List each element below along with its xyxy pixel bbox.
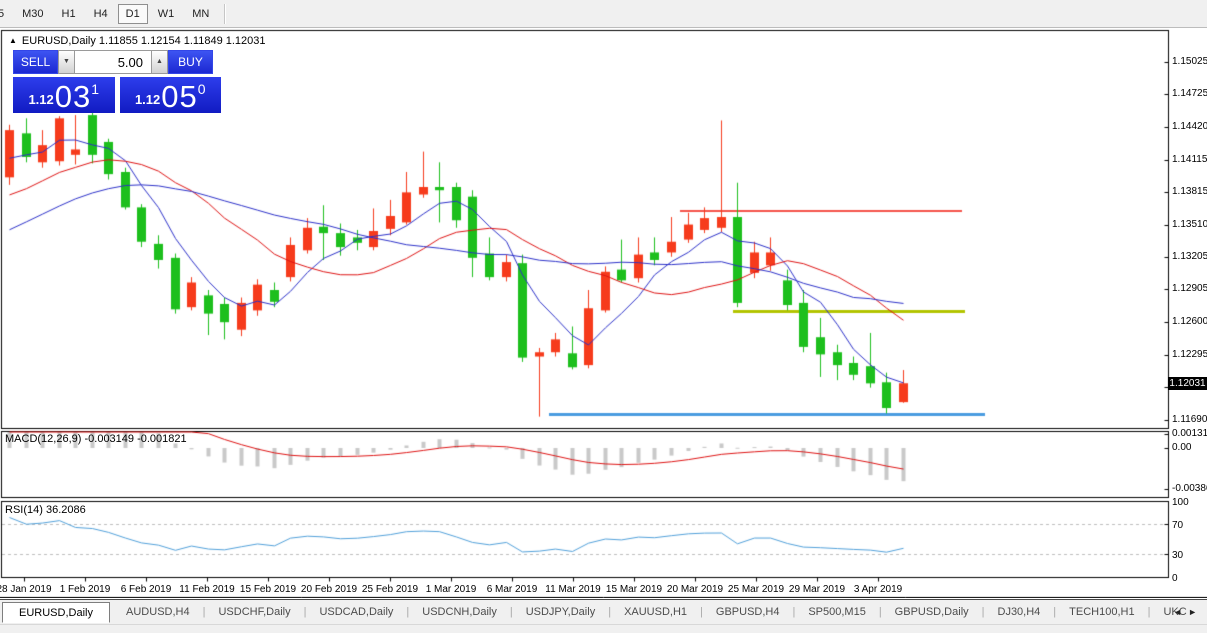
macd-axis-label: 0.00 (1172, 442, 1192, 453)
price-axis-label: 1.13510 (1172, 219, 1207, 230)
buy-price-base: 1.12 (134, 92, 161, 107)
price-axis-label: 1.13205 (1172, 251, 1207, 262)
collapse-icon[interactable]: ▲ (9, 36, 17, 45)
date-axis-label: 3 Apr 2019 (853, 584, 903, 595)
volume-input[interactable] (75, 50, 151, 74)
sell-price-display[interactable]: 1.12 03 1 (13, 77, 115, 113)
current-price-tag: 1.12031 (1168, 377, 1207, 390)
timeframe-toolbar: 5 M30 H1 H4 D1 W1 MN (0, 0, 1207, 28)
spinner-down-icon: ▼ (63, 58, 70, 65)
buy-price-pip: 0 (197, 81, 206, 97)
tab-item[interactable]: SP500,M15 (795, 606, 878, 618)
date-axis-label: 28 Jan 2019 (0, 584, 52, 595)
date-axis-label: 15 Feb 2019 (239, 584, 297, 595)
tab-item[interactable]: XAUUSD,H1 (611, 606, 700, 618)
chart-workspace: ▲ EURUSD,Daily 1.11855 1.12154 1.11849 1.… (0, 28, 1207, 598)
chart-tabs-bar: EURUSD,Daily AUDUSD,H4 | USDCHF,Daily | USDC… (0, 599, 1207, 624)
date-axis-label: 25 Feb 2019 (361, 584, 419, 595)
date-axis-label: 20 Feb 2019 (300, 584, 358, 595)
toolbar-separator (224, 3, 227, 24)
tab-item[interactable]: USDCNH,Daily (409, 606, 510, 618)
timeframe-button-M30[interactable]: M30 (14, 4, 51, 24)
macd-axis-label: 0.001313 (1172, 428, 1207, 439)
rsi-axis-label: 30 (1172, 550, 1184, 561)
price-axis-label: 1.14115 (1172, 154, 1207, 165)
price-axis-label: 1.15025 (1172, 56, 1207, 67)
sell-price-base: 1.12 (28, 92, 54, 107)
date-axis-label: 29 Mar 2019 (788, 584, 846, 595)
sell-button[interactable]: SELL (13, 50, 58, 74)
rsi-axis-label: 70 (1172, 520, 1184, 531)
date-axis-label: 1 Mar 2019 (425, 584, 477, 595)
tab-item[interactable]: DJ30,H4 (985, 606, 1054, 618)
tab-item[interactable]: GBPUSD,H4 (703, 606, 793, 618)
sell-price-big: 03 (54, 79, 92, 114)
price-axis-label: 1.14420 (1172, 121, 1207, 132)
sell-price-pip: 1 (91, 81, 100, 97)
chart-title: EURUSD,Daily 1.11855 1.12154 1.11849 1.1… (21, 35, 266, 47)
one-click-trading-panel: SELL ▼ ▲ BUY 1.12 03 1 1.12 05 (13, 50, 221, 113)
timeframe-button-5[interactable]: 5 (0, 4, 12, 24)
date-axis-label: 11 Mar 2019 (545, 584, 601, 595)
price-axis-label: 1.12905 (1172, 283, 1207, 294)
timeframe-button-D1[interactable]: D1 (117, 3, 148, 24)
price-axis-label: 1.14725 (1172, 88, 1207, 99)
chart-header: ▲ EURUSD,Daily 1.11855 1.12154 1.11849 1.… (9, 35, 266, 47)
date-axis-label: 20 Mar 2019 (666, 584, 724, 595)
tab-item[interactable]: USDCAD,Daily (306, 606, 406, 618)
timeframe-button-MN[interactable]: MN (184, 4, 217, 24)
volume-decrease-button[interactable]: ▼ (58, 50, 75, 74)
tab-item[interactable]: AUDUSD,H4 (113, 606, 203, 618)
tab-scroll-arrows[interactable]: ◄► (1173, 607, 1203, 617)
date-axis-label: 25 Mar 2019 (727, 584, 785, 595)
buy-button[interactable]: BUY (168, 50, 213, 74)
date-axis-label: 1 Feb 2019 (59, 584, 111, 595)
spinner-up-icon: ▲ (156, 58, 163, 65)
macd-values: -0.003149 -0.001821 (84, 433, 187, 445)
date-axis-label: 15 Mar 2019 (605, 584, 663, 595)
timeframe-button-H4[interactable]: H4 (86, 4, 116, 24)
rsi-axis-label: 0 (1172, 573, 1178, 584)
price-axis-label: 1.12600 (1172, 316, 1207, 327)
macd-label: MACD(12,26,9) -0.003149 -0.001821 (5, 433, 187, 445)
price-axis-label: 1.12295 (1172, 349, 1207, 360)
rsi-axis-label: 100 (1172, 497, 1189, 508)
date-axis-label: 6 Feb 2019 (120, 584, 172, 595)
tab-item[interactable]: TECH100,H1 (1056, 606, 1147, 618)
date-axis-label: 6 Mar 2019 (486, 584, 538, 595)
macd-axis-label: -0.00386 (1172, 483, 1207, 494)
tab-item-active[interactable]: EURUSD,Daily (2, 601, 110, 623)
buy-price-display[interactable]: 1.12 05 0 (119, 77, 221, 114)
timeframe-button-W1[interactable]: W1 (150, 4, 183, 24)
buy-price-big: 05 (161, 79, 198, 114)
rsi-label: RSI(14) 36.2086 (5, 504, 86, 516)
tab-item[interactable]: USDJPY,Daily (513, 606, 609, 618)
date-axis-label: 11 Feb 2019 (179, 584, 235, 595)
rsi-value: 36.2086 (45, 504, 86, 516)
tab-item[interactable]: USDCHF,Daily (205, 606, 303, 618)
tab-item[interactable]: GBPUSD,Daily (882, 606, 982, 618)
volume-increase-button[interactable]: ▲ (151, 50, 168, 74)
price-axis-label: 1.13815 (1172, 186, 1207, 197)
price-axis-label: 1.11690 (1172, 414, 1207, 425)
timeframe-button-H1[interactable]: H1 (54, 4, 84, 24)
